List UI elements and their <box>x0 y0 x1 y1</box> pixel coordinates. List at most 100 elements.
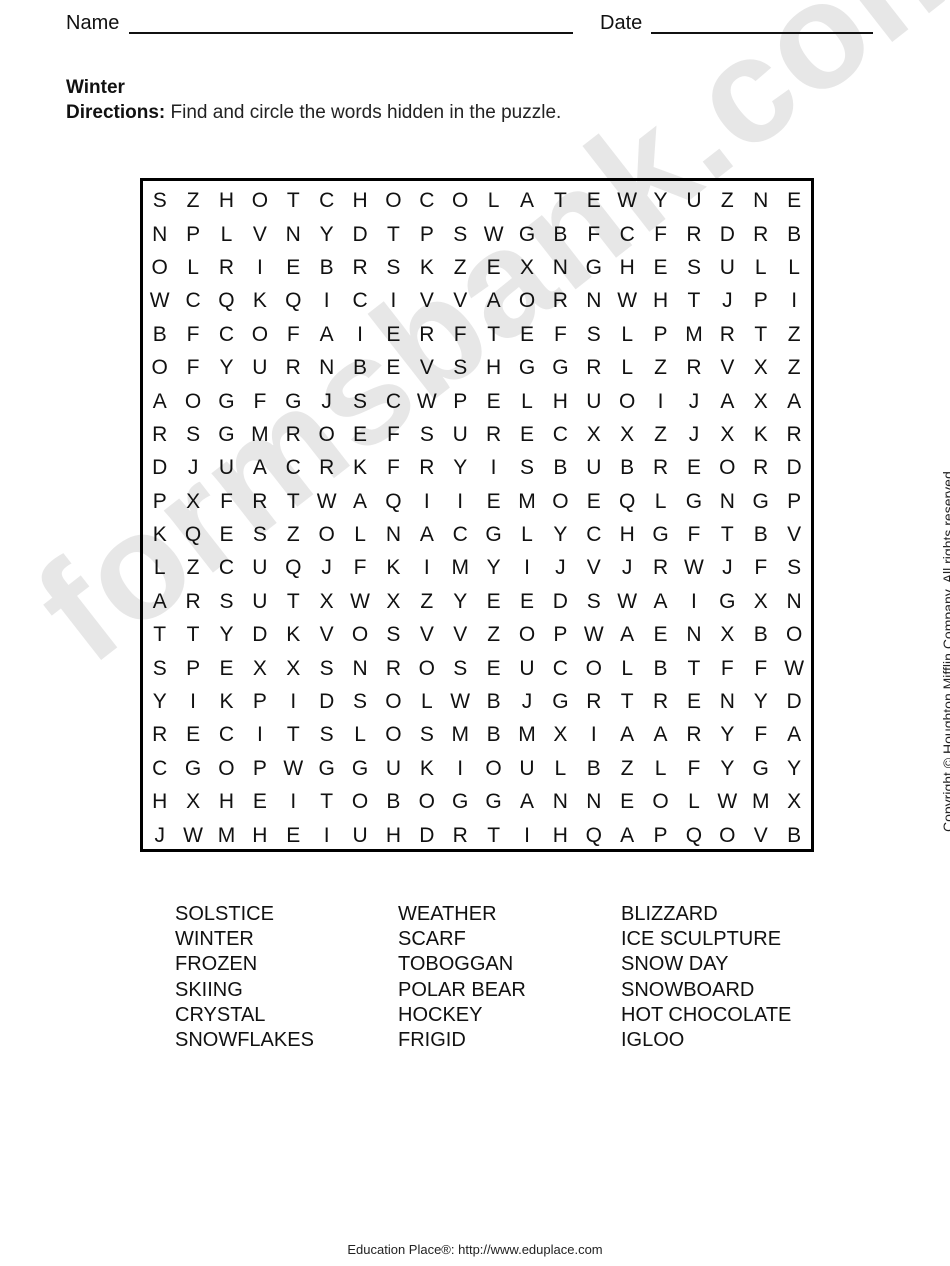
grid-letter[interactable]: C <box>210 318 243 351</box>
grid-letter[interactable]: I <box>310 818 343 851</box>
grid-letter[interactable]: R <box>277 418 310 451</box>
grid-letter[interactable]: W <box>176 818 209 851</box>
grid-letter[interactable]: M <box>243 418 276 451</box>
grid-letter[interactable]: Z <box>644 418 677 451</box>
grid-letter[interactable]: Z <box>176 551 209 584</box>
grid-letter[interactable]: K <box>343 451 376 484</box>
name-field[interactable] <box>129 32 573 34</box>
grid-letter[interactable]: H <box>377 818 410 851</box>
grid-letter[interactable]: T <box>277 585 310 618</box>
grid-letter[interactable]: N <box>377 518 410 551</box>
grid-letter[interactable]: A <box>143 384 176 417</box>
grid-letter[interactable]: X <box>377 585 410 618</box>
grid-letter[interactable]: R <box>410 451 443 484</box>
grid-letter[interactable]: E <box>377 318 410 351</box>
grid-letter[interactable]: W <box>677 551 710 584</box>
grid-letter[interactable]: E <box>477 651 510 684</box>
grid-letter[interactable]: R <box>644 685 677 718</box>
grid-letter[interactable]: H <box>610 518 643 551</box>
grid-letter[interactable]: E <box>477 485 510 518</box>
grid-letter[interactable]: O <box>310 518 343 551</box>
grid-letter[interactable]: X <box>544 718 577 751</box>
grid-letter[interactable]: F <box>711 651 744 684</box>
grid-letter[interactable]: B <box>544 451 577 484</box>
grid-letter[interactable]: F <box>577 217 610 250</box>
grid-letter[interactable]: T <box>176 618 209 651</box>
grid-letter[interactable]: E <box>510 585 543 618</box>
grid-letter[interactable]: G <box>677 485 710 518</box>
grid-letter[interactable]: W <box>444 685 477 718</box>
grid-letter[interactable]: I <box>310 284 343 317</box>
grid-letter[interactable]: J <box>711 284 744 317</box>
grid-letter[interactable]: L <box>343 518 376 551</box>
grid-letter[interactable]: I <box>176 685 209 718</box>
grid-letter[interactable]: F <box>243 384 276 417</box>
grid-letter[interactable]: S <box>444 651 477 684</box>
grid-letter[interactable]: S <box>777 551 810 584</box>
grid-letter[interactable]: S <box>377 251 410 284</box>
grid-letter[interactable]: O <box>544 485 577 518</box>
grid-letter[interactable]: R <box>143 418 176 451</box>
grid-letter[interactable]: L <box>210 217 243 250</box>
grid-letter[interactable]: T <box>477 818 510 851</box>
grid-letter[interactable]: F <box>677 518 710 551</box>
grid-letter[interactable]: Q <box>677 818 710 851</box>
grid-letter[interactable]: W <box>577 618 610 651</box>
grid-letter[interactable]: C <box>176 284 209 317</box>
grid-letter[interactable]: Z <box>176 184 209 217</box>
grid-letter[interactable]: U <box>377 752 410 785</box>
grid-letter[interactable]: Y <box>544 518 577 551</box>
grid-letter[interactable]: Q <box>176 518 209 551</box>
grid-letter[interactable]: G <box>577 251 610 284</box>
grid-letter[interactable]: J <box>176 451 209 484</box>
grid-letter[interactable]: L <box>143 551 176 584</box>
grid-letter[interactable]: L <box>477 184 510 217</box>
grid-letter[interactable]: R <box>176 585 209 618</box>
grid-letter[interactable]: R <box>343 251 376 284</box>
grid-letter[interactable]: J <box>143 818 176 851</box>
grid-letter[interactable]: R <box>644 551 677 584</box>
grid-letter[interactable]: U <box>243 585 276 618</box>
grid-letter[interactable]: F <box>444 318 477 351</box>
grid-letter[interactable]: L <box>343 718 376 751</box>
grid-letter[interactable]: H <box>544 818 577 851</box>
grid-letter[interactable]: K <box>143 518 176 551</box>
grid-letter[interactable]: S <box>343 384 376 417</box>
grid-letter[interactable]: O <box>377 718 410 751</box>
grid-letter[interactable]: R <box>277 351 310 384</box>
grid-letter[interactable]: N <box>544 785 577 818</box>
grid-letter[interactable]: E <box>644 251 677 284</box>
grid-letter[interactable]: T <box>677 284 710 317</box>
grid-letter[interactable]: M <box>510 718 543 751</box>
grid-letter[interactable]: N <box>277 217 310 250</box>
grid-letter[interactable]: A <box>644 585 677 618</box>
grid-letter[interactable]: S <box>577 585 610 618</box>
grid-letter[interactable]: Q <box>277 551 310 584</box>
grid-letter[interactable]: I <box>677 585 710 618</box>
grid-letter[interactable]: J <box>711 551 744 584</box>
grid-letter[interactable]: T <box>143 618 176 651</box>
grid-letter[interactable]: P <box>410 217 443 250</box>
grid-letter[interactable]: E <box>577 485 610 518</box>
grid-letter[interactable]: S <box>143 184 176 217</box>
grid-letter[interactable]: N <box>711 485 744 518</box>
grid-letter[interactable]: R <box>477 418 510 451</box>
grid-letter[interactable]: A <box>777 384 810 417</box>
grid-letter[interactable]: O <box>176 384 209 417</box>
grid-letter[interactable]: G <box>544 685 577 718</box>
grid-letter[interactable]: S <box>577 318 610 351</box>
grid-letter[interactable]: L <box>610 651 643 684</box>
grid-letter[interactable]: C <box>210 551 243 584</box>
grid-letter[interactable]: F <box>176 351 209 384</box>
grid-letter[interactable]: S <box>343 685 376 718</box>
grid-letter[interactable]: K <box>210 685 243 718</box>
grid-letter[interactable]: U <box>577 451 610 484</box>
grid-letter[interactable]: A <box>343 485 376 518</box>
grid-letter[interactable]: L <box>544 752 577 785</box>
grid-letter[interactable]: X <box>243 651 276 684</box>
grid-letter[interactable]: G <box>210 418 243 451</box>
grid-letter[interactable]: V <box>444 284 477 317</box>
grid-letter[interactable]: R <box>410 318 443 351</box>
grid-letter[interactable]: L <box>744 251 777 284</box>
grid-letter[interactable]: F <box>744 718 777 751</box>
